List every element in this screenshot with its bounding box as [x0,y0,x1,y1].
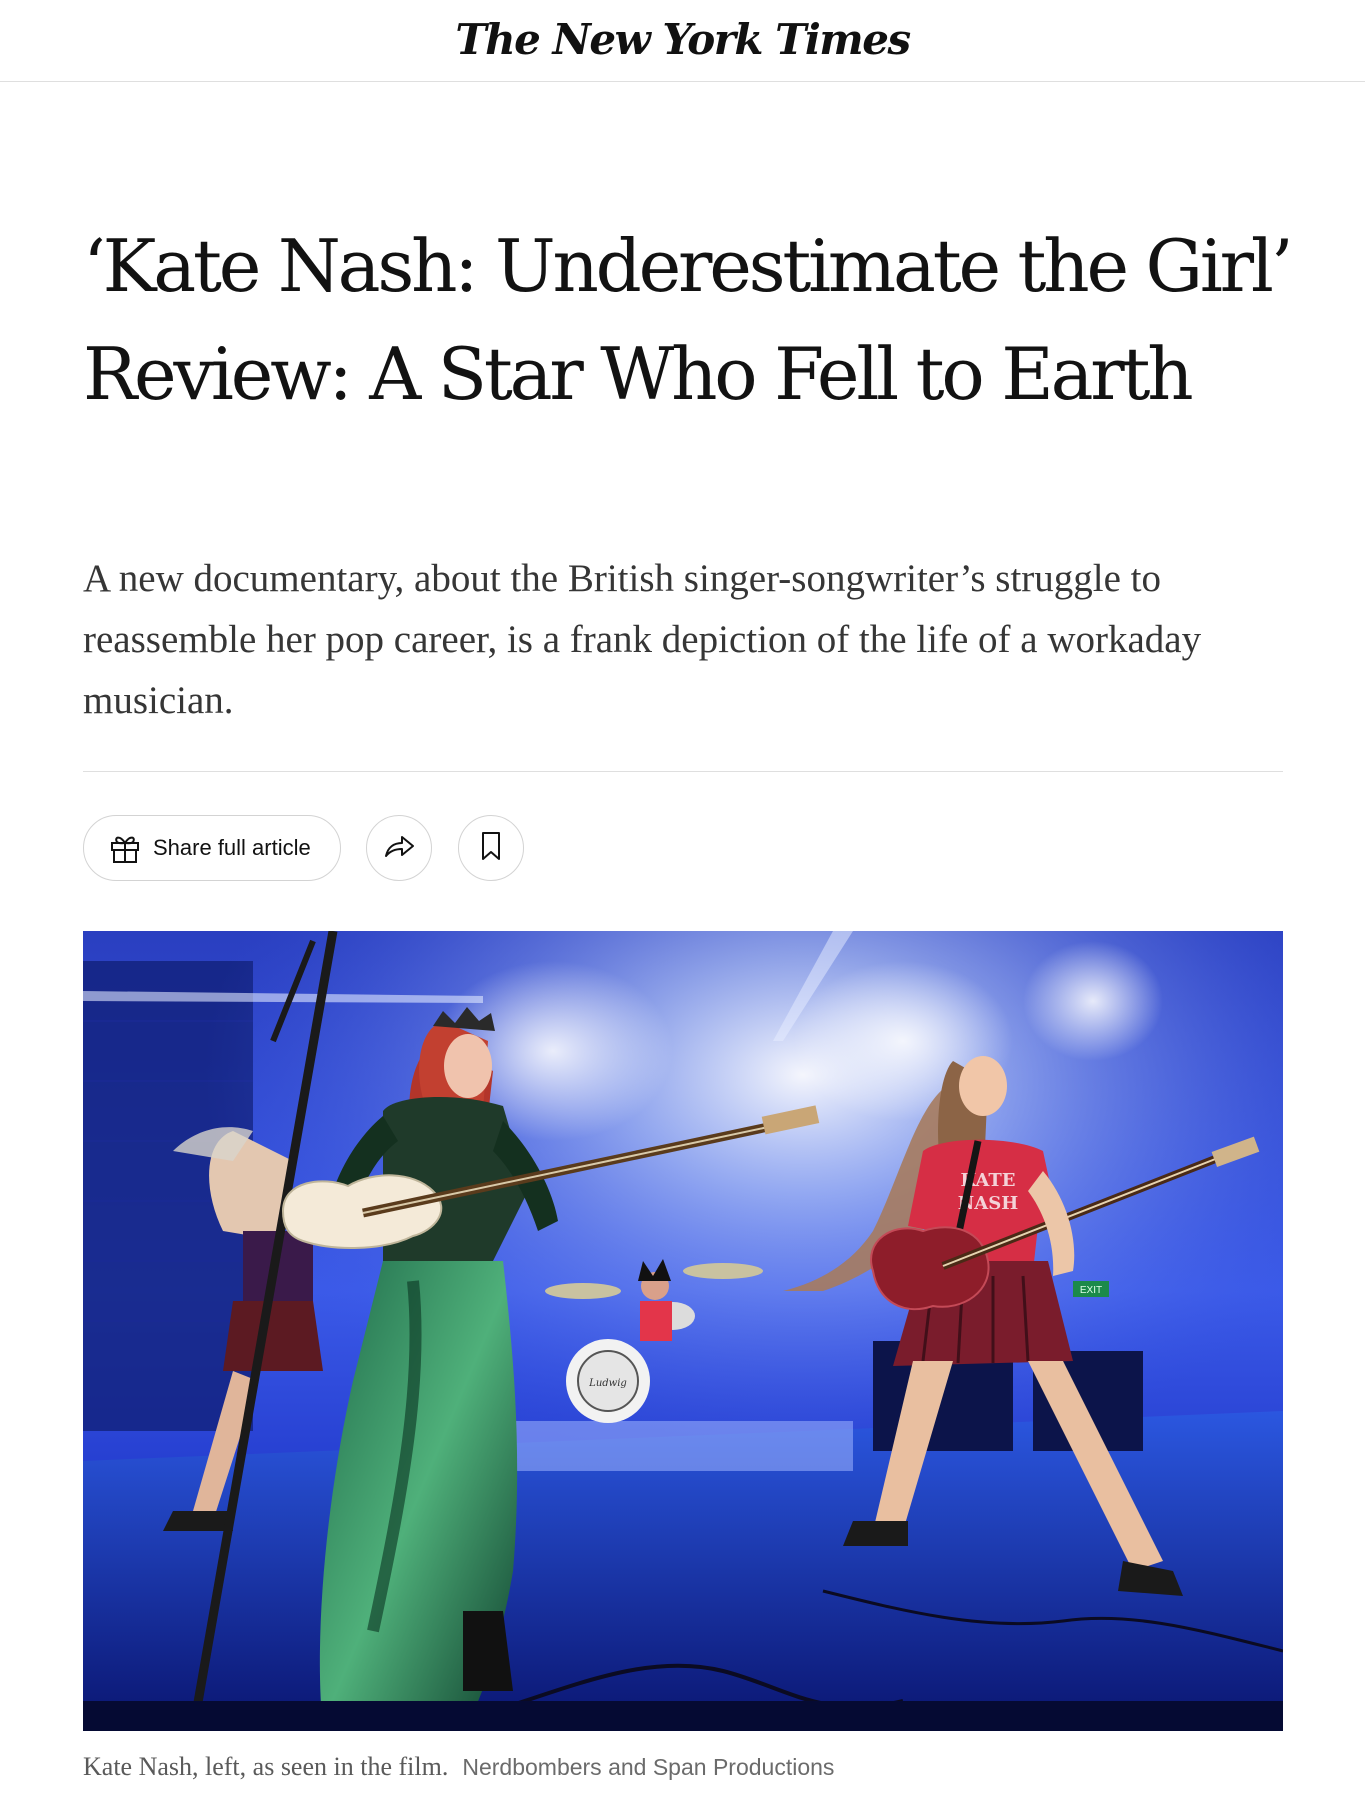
bookmark-icon [476,829,506,868]
divider [83,771,1283,772]
share-arrow-icon [382,829,416,868]
exit-sign-text: EXIT [1080,1285,1102,1296]
save-bookmark-button[interactable] [458,815,524,881]
article-photo: Ludwig EXIT KATE NASH [83,931,1283,1731]
share-button[interactable] [366,815,432,881]
article-summary: A new documentary, about the British sin… [83,557,1202,722]
photo-caption: Kate Nash, left, as seen in the film. Ne… [83,1752,1283,1782]
drum-brand-text: Ludwig [588,1378,627,1389]
caption-text: Kate Nash, left, as seen in the film. [83,1752,449,1781]
share-full-article-label: Share full article [153,835,311,860]
photo-credit: Nerdbombers and Span Productions [462,1754,835,1780]
article-headline: ‘Kate Nash: Underestimate the Girl’ Revi… [83,224,1294,416]
nyt-logo[interactable]: The New York Times [0,12,1365,68]
masthead: The New York Times [0,0,1365,82]
gift-icon [107,830,143,866]
share-full-article-button[interactable]: Share full article [83,815,341,881]
